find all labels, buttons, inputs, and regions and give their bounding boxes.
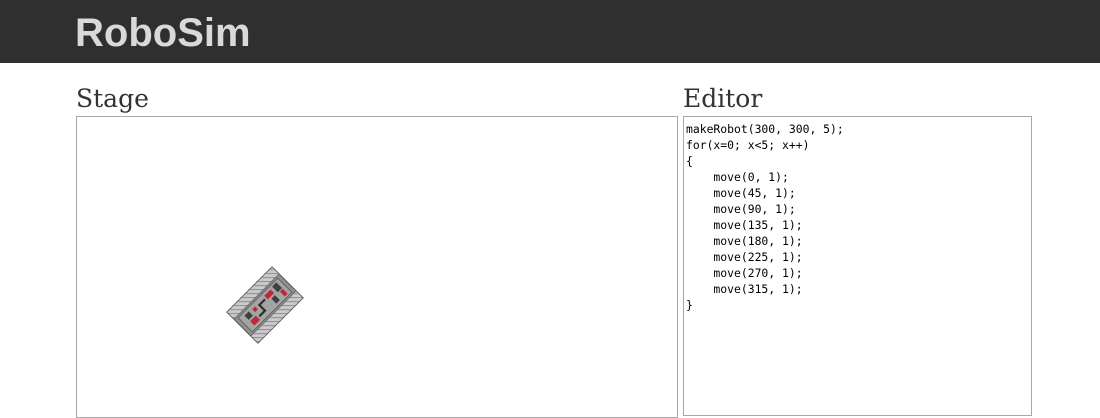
robot-icon <box>226 266 304 344</box>
stage-title: Stage <box>76 84 149 113</box>
code-editor[interactable]: makeRobot(300, 300, 5); for(x=0; x<5; x+… <box>683 116 1032 416</box>
app-title: RoboSim <box>75 11 251 55</box>
editor-title: Editor <box>683 84 763 113</box>
app-header: RoboSim <box>0 0 1100 63</box>
stage-canvas[interactable] <box>76 116 678 418</box>
